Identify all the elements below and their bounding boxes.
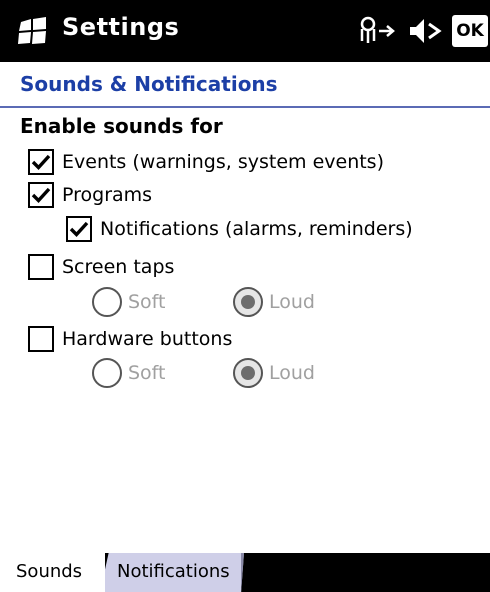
windows-flag-icon[interactable] (18, 17, 48, 45)
hardware-buttons-label: Hardware buttons (62, 328, 233, 350)
radio-dot (241, 366, 255, 380)
ok-button[interactable]: OK (452, 15, 488, 47)
screen-taps-label: Screen taps (62, 256, 175, 278)
tab-sounds[interactable]: Sounds (0, 553, 105, 592)
radio-button-selected[interactable] (233, 287, 263, 317)
tab-sounds-label: Sounds (16, 561, 83, 582)
soft-label: Soft (128, 291, 166, 313)
checkmark-icon (31, 187, 51, 203)
connectivity-icon[interactable] (358, 15, 398, 47)
page-header: Sounds & Notifications (0, 62, 490, 108)
screen-taps-option[interactable]: Screen taps (28, 250, 174, 284)
loud-label: Loud (269, 362, 315, 384)
events-checkbox[interactable] (28, 149, 54, 175)
window-title: Settings (62, 13, 180, 41)
title-bar: Settings OK (0, 0, 490, 62)
programs-checkbox[interactable] (28, 182, 54, 208)
page-title: Sounds & Notifications (20, 72, 278, 96)
programs-label: Programs (62, 184, 153, 206)
soft-label: Soft (128, 362, 166, 384)
notifications-label: Notifications (alarms, reminders) (100, 218, 413, 240)
events-option[interactable]: Events (warnings, system events) (28, 145, 384, 179)
screen-taps-loud-radio[interactable]: Loud (233, 285, 315, 319)
screen-taps-soft-radio[interactable]: Soft (92, 285, 166, 319)
hardware-buttons-checkbox[interactable] (28, 326, 54, 352)
programs-option[interactable]: Programs (28, 178, 152, 212)
tab-notifications[interactable]: Notifications (100, 553, 244, 592)
hardware-buttons-option[interactable]: Hardware buttons (28, 322, 232, 356)
hardware-buttons-loud-radio[interactable]: Loud (233, 356, 315, 390)
notifications-checkbox[interactable] (66, 216, 92, 242)
screen-taps-checkbox[interactable] (28, 254, 54, 280)
events-label: Events (warnings, system events) (62, 151, 384, 173)
section-heading: Enable sounds for (20, 114, 223, 138)
hardware-buttons-soft-radio[interactable]: Soft (92, 356, 166, 390)
loud-label: Loud (269, 291, 315, 313)
radio-button[interactable] (92, 287, 122, 317)
tab-notifications-label: Notifications (117, 561, 230, 582)
speaker-muted-icon[interactable] (408, 16, 444, 46)
radio-button-selected[interactable] (233, 358, 263, 388)
radio-button[interactable] (92, 358, 122, 388)
notifications-option[interactable]: Notifications (alarms, reminders) (66, 212, 413, 246)
checkmark-icon (69, 221, 89, 237)
radio-dot (241, 295, 255, 309)
checkmark-icon (31, 154, 51, 170)
